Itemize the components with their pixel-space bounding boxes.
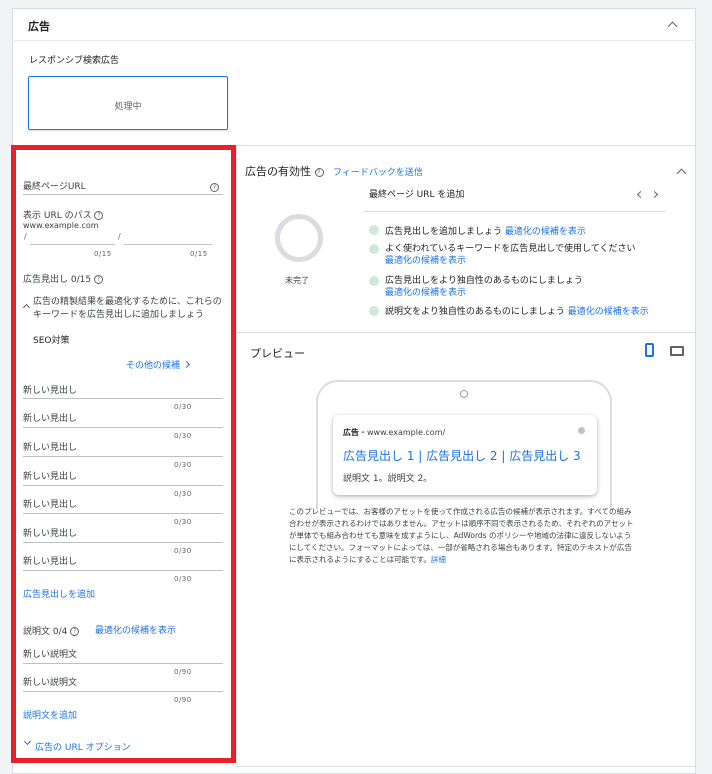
- info-icon[interactable]: [578, 427, 585, 434]
- headline-input-2[interactable]: 新しい見出し: [23, 411, 77, 424]
- add-headline-link[interactable]: 広告見出しを追加: [23, 587, 95, 600]
- add-description-link[interactable]: 説明文を追加: [23, 708, 77, 721]
- ad-strength-title: 広告の有効性 ?: [245, 163, 324, 179]
- description-underline-1: [23, 663, 223, 664]
- tip-4: 説明文をより独自性のあるものにしましょう 最適化の候補を表示: [385, 307, 649, 317]
- ad-description: 説明文 1。説明文 2。: [343, 474, 433, 484]
- tip-status-icon: [369, 276, 379, 286]
- ad-headline: 広告見出し 1 | 広告見出し 2 | 広告見出し 3: [343, 449, 581, 463]
- path2-input[interactable]: [124, 244, 212, 245]
- headlines-label: 広告見出し 0/15 ?: [23, 272, 103, 285]
- headline-count-5: 0/30: [174, 518, 192, 526]
- description-count-2: 0/90: [174, 696, 192, 704]
- preview-disclaimer: このプレビューでは、お客様のアセットを使って作成される広告の候補が表示されます。…: [289, 507, 634, 564]
- column-divider: [236, 145, 237, 765]
- path2-count: 0/15: [190, 250, 208, 258]
- display-path-label: 表示 URL のパス ?: [23, 208, 104, 221]
- headline-input-7[interactable]: 新しい見出し: [23, 554, 77, 567]
- processing-label: 処理中: [114, 102, 142, 112]
- tip-1: 広告見出しを追加しましょう 最適化の候補を表示: [385, 227, 586, 237]
- tip-status-icon: [369, 244, 379, 254]
- tip-4-link[interactable]: 最適化の候補を表示: [568, 307, 649, 317]
- headline-underline-2: [23, 427, 223, 428]
- path1-count: 0/15: [94, 250, 112, 258]
- headline-input-4[interactable]: 新しい見出し: [23, 469, 77, 482]
- tip-3-link[interactable]: 最適化の候補を表示: [385, 285, 466, 298]
- divider: [13, 145, 695, 146]
- headline-underline-7: [23, 570, 223, 571]
- headline-input-3[interactable]: 新しい見出し: [23, 440, 77, 453]
- headline-count-1: 0/30: [174, 403, 192, 411]
- ad-type-card[interactable]: 処理中: [28, 76, 228, 130]
- headline-input-1[interactable]: 新しい見出し: [23, 383, 77, 396]
- learn-more-link[interactable]: 詳細: [431, 555, 446, 564]
- headline-input-6[interactable]: 新しい見出し: [23, 526, 77, 539]
- strength-gauge: [275, 214, 323, 262]
- ad-label-line: 広告・www.example.com/: [343, 427, 445, 438]
- final-url-label: 最終ページURL: [23, 182, 86, 192]
- mobile-preview-icon[interactable]: [645, 343, 654, 357]
- more-ideas-link[interactable]: その他の候補: [126, 358, 180, 371]
- bottom-divider: [237, 766, 695, 767]
- headline-count-2: 0/30: [174, 432, 192, 440]
- section-title: 広告: [28, 20, 50, 33]
- path1-input[interactable]: [30, 244, 115, 245]
- headline-count-7: 0/30: [174, 575, 192, 583]
- collapse-chevron-icon[interactable]: [667, 21, 678, 32]
- headline-count-6: 0/30: [174, 547, 192, 555]
- ad-preview-card: 広告・www.example.com/ 広告見出し 1 | 広告見出し 2 | …: [333, 415, 597, 495]
- description-input-1[interactable]: 新しい説明文: [23, 647, 77, 660]
- headline-count-4: 0/30: [174, 490, 192, 498]
- keyword-chip[interactable]: SEO対策: [33, 333, 69, 346]
- tip-status-icon: [369, 306, 379, 316]
- description-underline-2: [23, 691, 223, 692]
- tip-2-link[interactable]: 最適化の候補を表示: [385, 253, 466, 266]
- url-options-toggle[interactable]: 広告の URL オプション: [35, 740, 131, 753]
- tips-divider: [363, 211, 666, 212]
- divider: [237, 332, 695, 333]
- description-input-2[interactable]: 新しい説明文: [23, 675, 77, 688]
- headline-underline-5: [23, 513, 223, 514]
- tip-header: 最終ページ URL を追加: [369, 190, 465, 200]
- headline-underline-1: [23, 398, 223, 399]
- ad-display-url: ・www.example.com/: [359, 428, 446, 437]
- keyword-suggestion-text: 広告の精製結果を最適化するために、これらのキーワードを広告見出しに追加しましょう: [33, 297, 222, 320]
- descriptions-label: 説明文 0/4 ?: [23, 624, 80, 637]
- section-header[interactable]: 広告: [12, 8, 696, 41]
- final-url-input[interactable]: [23, 194, 223, 195]
- display-domain: www.example.com: [23, 221, 99, 230]
- path-separator-1: /: [24, 232, 27, 241]
- strength-status: 未完了: [285, 276, 309, 285]
- description-ideas-link[interactable]: 最適化の候補を表示: [95, 623, 176, 636]
- ad-type-label: レスポンシブ検索広告: [29, 56, 120, 66]
- headline-input-5[interactable]: 新しい見出し: [23, 497, 77, 510]
- tip-status-icon: [369, 225, 379, 235]
- feedback-link[interactable]: フィードバックを送信: [333, 165, 423, 178]
- headline-underline-4: [23, 485, 223, 486]
- description-count-1: 0/90: [174, 668, 192, 676]
- headline-count-3: 0/30: [174, 461, 192, 469]
- tip-1-link[interactable]: 最適化の候補を表示: [505, 227, 586, 237]
- ad-badge: 広告: [343, 428, 359, 437]
- headline-underline-6: [23, 542, 223, 543]
- phone-camera-icon: [460, 390, 468, 398]
- preview-title: プレビュー: [250, 347, 305, 360]
- desktop-preview-icon[interactable]: [670, 346, 684, 356]
- path-separator-2: /: [118, 232, 121, 241]
- headline-underline-3: [23, 456, 223, 457]
